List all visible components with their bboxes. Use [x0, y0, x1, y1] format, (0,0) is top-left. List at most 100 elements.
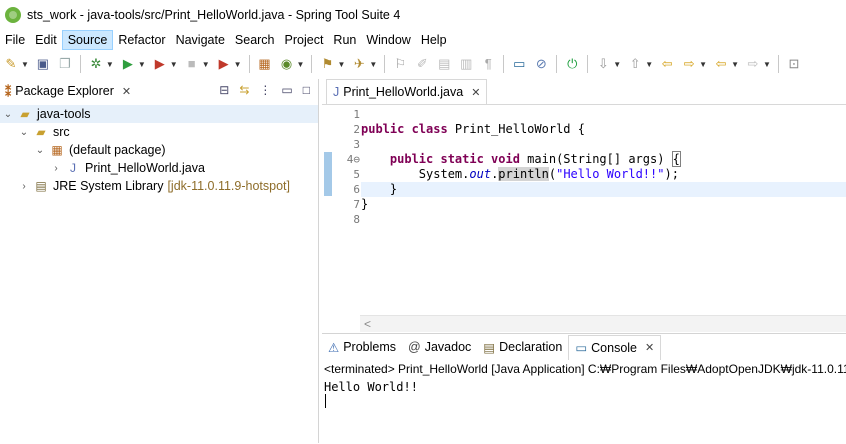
menu-refactor[interactable]: Refactor	[113, 30, 170, 50]
stop-dropdown-icon[interactable]: ▼	[202, 60, 210, 69]
menu-edit[interactable]: Edit	[30, 30, 62, 50]
code-token: }	[389, 182, 398, 196]
close-icon[interactable]: ✕	[471, 86, 480, 99]
coverage-dropdown-icon[interactable]: ▼	[170, 60, 178, 69]
menu-project[interactable]: Project	[280, 30, 329, 50]
close-icon[interactable]: ✕	[645, 341, 654, 354]
maximize-icon[interactable]: □	[303, 83, 310, 97]
show-whitespace-icon[interactable]: ▥	[458, 56, 474, 72]
package-explorer-panel: ⁑ Package Explorer ✕ ⊟ ⇆ ⋮ ▭ □ ⌄ ▰ java-…	[0, 79, 319, 443]
code-line: public class Print_HelloWorld {	[361, 122, 846, 137]
tree-item-src[interactable]: ⌄ ▰ src	[0, 123, 318, 141]
block-selection-icon[interactable]: ▤	[436, 56, 452, 72]
new-class-dropdown-icon[interactable]: ▼	[297, 60, 305, 69]
debug-icon[interactable]: ✲	[88, 56, 104, 72]
text-caret	[325, 394, 326, 408]
code-line: System.out.println("Hello World!!");	[361, 167, 846, 182]
previous-annotation-dropdown-icon[interactable]: ▼	[645, 60, 653, 69]
minimize-icon[interactable]: ▭	[281, 83, 292, 97]
tab-javadoc[interactable]: @ Javadoc	[402, 335, 477, 359]
close-icon[interactable]: ✕	[122, 85, 131, 98]
debug-dropdown-icon[interactable]: ▼	[106, 60, 114, 69]
editor-tab[interactable]: J Print_HelloWorld.java ✕	[326, 79, 488, 104]
chevron-right-icon[interactable]: ›	[18, 181, 30, 192]
save-icon[interactable]: ▣	[35, 56, 51, 72]
change-ruler-mark	[324, 152, 332, 196]
toggle-breadcrumb-icon[interactable]: ✐	[414, 56, 430, 72]
new-package-icon[interactable]: ▦	[257, 56, 273, 72]
back-edit-dropdown-icon[interactable]: ▼	[699, 60, 707, 69]
menu-window[interactable]: Window	[361, 30, 415, 50]
new-icon[interactable]: ✎	[3, 56, 19, 72]
main-toolbar: ✎ ▼ ▣ ❐ ✲ ▼ ▶ ▼ ▶ ▼ ■ ▼ ▶ ▼ ▦ ◉ ▼ ⚑ ▼ ✈ ▼ ⚐ ✐ ▤ ▥…	[0, 50, 846, 78]
search-tool-icon[interactable]: ✈	[351, 56, 367, 72]
toolbar-separator	[79, 55, 81, 73]
menu-search[interactable]: Search	[230, 30, 280, 50]
new-dropdown-icon[interactable]: ▼	[21, 60, 29, 69]
console-view-icon[interactable]: ▭	[511, 56, 527, 72]
forward-icon[interactable]: ⇨	[745, 56, 761, 72]
menu-navigate[interactable]: Navigate	[171, 30, 230, 50]
tab-problems[interactable]: ⚠ Problems	[322, 335, 402, 359]
code-editor[interactable]: 1 2 3 4⊖ 5 6 7 8 public class Print_Hell…	[322, 104, 846, 332]
external-tools-dropdown-icon[interactable]: ▼	[234, 60, 242, 69]
code-token: }	[361, 197, 369, 211]
stop-icon[interactable]: ■	[184, 56, 200, 72]
back-edit-icon[interactable]: ⇨	[681, 56, 697, 72]
editor-tab-label: Print_HelloWorld.java	[343, 85, 464, 99]
tree-item-jre-library[interactable]: › ▤ JRE System Library [jdk-11.0.11.9-ho…	[0, 177, 318, 195]
tree-item-default-package[interactable]: ⌄ ▦ (default package)	[0, 141, 318, 159]
tree-item-java-file[interactable]: › J Print_HelloWorld.java	[0, 159, 318, 177]
external-tools-icon[interactable]: ▶	[216, 56, 232, 72]
skip-breakpoints-icon[interactable]: ⊘	[533, 56, 549, 72]
search-tool-dropdown-icon[interactable]: ▼	[369, 60, 377, 69]
declaration-icon: ▤	[483, 340, 496, 355]
menu-file[interactable]: File	[0, 30, 30, 50]
next-annotation-icon[interactable]: ⇩	[595, 56, 611, 72]
tab-declaration[interactable]: ▤ Declaration	[477, 335, 568, 359]
scroll-left-icon[interactable]: <	[364, 317, 371, 331]
package-explorer-tab[interactable]: ⁑ Package Explorer ✕	[0, 79, 131, 103]
chevron-right-icon[interactable]: ›	[50, 163, 62, 174]
chevron-down-icon[interactable]: ⌄	[34, 145, 46, 156]
link-with-editor-icon[interactable]: ⇆	[239, 83, 249, 97]
window-title: sts_work - java-tools/src/Print_HelloWor…	[27, 8, 401, 22]
run-icon[interactable]: ▶	[120, 56, 136, 72]
next-annotation-dropdown-icon[interactable]: ▼	[613, 60, 621, 69]
horizontal-scrollbar[interactable]: <	[360, 315, 846, 332]
menu-help[interactable]: Help	[416, 30, 452, 50]
bottom-panel: ⚠ Problems @ Javadoc ▤ Declaration ▭ Con…	[322, 333, 846, 444]
line-number: 7	[353, 198, 360, 211]
view-menu-icon[interactable]: ⋮	[259, 83, 271, 97]
collapse-all-icon[interactable]: ⊟	[219, 83, 229, 97]
chevron-down-icon[interactable]: ⌄	[18, 127, 30, 138]
editor-area: J Print_HelloWorld.java ✕ 1 2 3 4⊖ 5 6 7…	[322, 79, 846, 332]
open-type-dropdown-icon[interactable]: ▼	[337, 60, 345, 69]
toggle-mark-icon[interactable]: ⚐	[392, 56, 408, 72]
boot-dashboard-icon[interactable]: ⏻	[564, 56, 580, 72]
new-class-icon[interactable]: ◉	[279, 56, 295, 72]
run-dropdown-icon[interactable]: ▼	[138, 60, 146, 69]
menu-source[interactable]: Source	[61, 30, 114, 50]
last-edit-location-icon[interactable]: ⇦	[659, 56, 675, 72]
tab-console[interactable]: ▭ Console ✕	[568, 334, 662, 360]
menu-run[interactable]: Run	[328, 30, 361, 50]
forward-dropdown-icon[interactable]: ▼	[763, 60, 771, 69]
previous-annotation-icon[interactable]: ⇧	[627, 56, 643, 72]
open-type-icon[interactable]: ⚑	[319, 56, 335, 72]
open-perspective-icon[interactable]: ⊡	[786, 56, 802, 72]
project-folder-icon: ▰	[20, 107, 30, 121]
tree-item-project[interactable]: ⌄ ▰ java-tools	[0, 105, 318, 123]
back-dropdown-icon[interactable]: ▼	[731, 60, 739, 69]
save-all-icon[interactable]: ❐	[57, 56, 73, 72]
console-output[interactable]: Hello World!!	[324, 380, 418, 394]
pilcrow-icon[interactable]: ¶	[480, 56, 496, 72]
tab-javadoc-label: Javadoc	[424, 340, 472, 354]
coverage-icon[interactable]: ▶	[152, 56, 168, 72]
project-tree: ⌄ ▰ java-tools ⌄ ▰ src ⌄ ▦ (default pack…	[0, 105, 318, 195]
code-text[interactable]: public class Print_HelloWorld { public s…	[361, 107, 846, 227]
chevron-down-icon[interactable]: ⌄	[2, 109, 14, 120]
console-icon: ▭	[575, 341, 588, 355]
back-icon[interactable]: ⇦	[713, 56, 729, 72]
keyword: public class	[361, 122, 448, 136]
